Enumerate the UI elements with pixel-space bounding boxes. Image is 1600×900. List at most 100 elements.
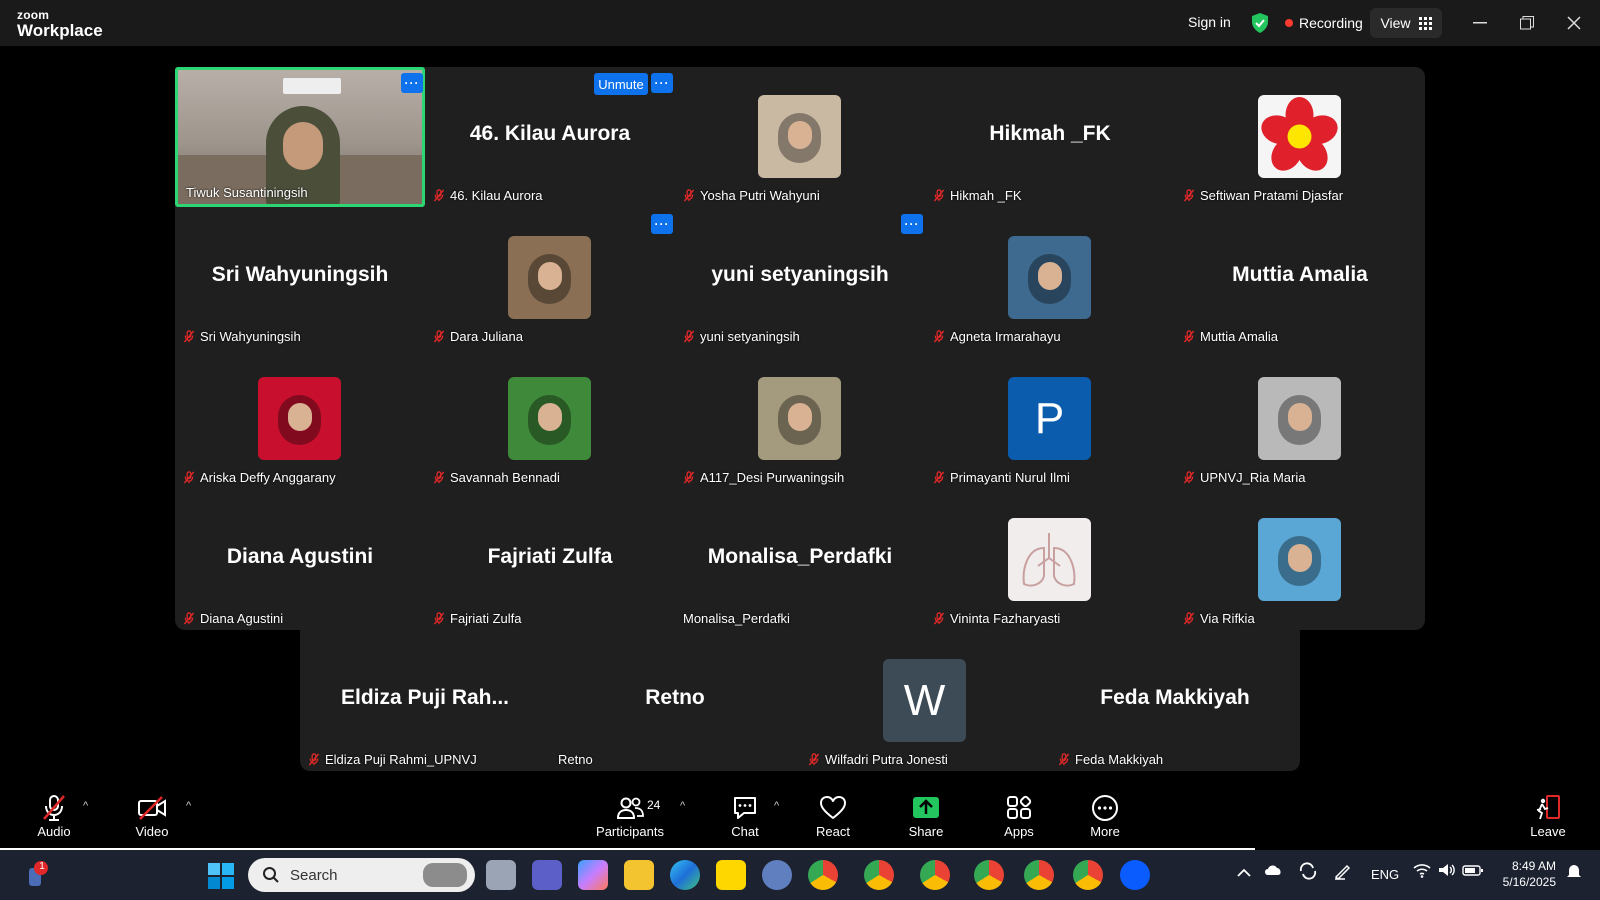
participant-tile[interactable]: Yosha Putri Wahyuni bbox=[675, 67, 925, 207]
muted-microphone-icon bbox=[683, 471, 695, 484]
participant-name-label: Ariska Deffy Anggarany bbox=[183, 470, 336, 485]
participant-tile[interactable]: Sri Wahyuningsih Sri Wahyuningsih bbox=[175, 208, 425, 348]
logo-top: zoom bbox=[17, 8, 50, 22]
audio-button[interactable]: Audio bbox=[34, 788, 74, 848]
participant-tile[interactable]: Fajriati Zulfa Fajriati Zulfa bbox=[425, 490, 675, 630]
copilot-icon[interactable] bbox=[578, 860, 608, 890]
search-highlight-elephant-icon bbox=[423, 863, 467, 887]
browser-icon[interactable] bbox=[762, 860, 792, 890]
tile-more-options-button[interactable]: ··· bbox=[401, 73, 423, 93]
chrome-profile-icon[interactable] bbox=[1024, 860, 1054, 890]
video-options-chevron-icon[interactable]: ^ bbox=[186, 800, 191, 812]
recording-indicator[interactable]: Recording bbox=[1285, 15, 1363, 31]
participants-options-chevron-icon[interactable]: ^ bbox=[680, 800, 685, 812]
leave-button[interactable]: Leave bbox=[1528, 788, 1568, 848]
chat-label: Chat bbox=[731, 824, 759, 839]
participant-tile[interactable]: yuni setyaningsih yuni setyaningsih bbox=[675, 208, 925, 348]
audio-options-chevron-icon[interactable]: ^ bbox=[83, 800, 88, 812]
share-button[interactable]: Share bbox=[905, 788, 947, 848]
battery-icon[interactable] bbox=[1462, 862, 1484, 881]
muted-microphone-icon bbox=[933, 612, 945, 625]
participant-display-name: Hikmah _FK bbox=[989, 122, 1111, 145]
participant-photo bbox=[1258, 518, 1341, 601]
edge-icon[interactable] bbox=[670, 860, 700, 890]
language-indicator[interactable]: ENG bbox=[1371, 867, 1399, 882]
close-button[interactable] bbox=[1561, 10, 1587, 36]
participant-tile[interactable]: Dara Juliana bbox=[425, 208, 675, 348]
tile-more-options-button[interactable]: ··· bbox=[651, 73, 673, 93]
participant-tile[interactable]: Savannah Bennadi bbox=[425, 349, 675, 489]
video-button[interactable]: Video bbox=[130, 788, 174, 848]
teams-icon[interactable] bbox=[532, 860, 562, 890]
restore-button[interactable] bbox=[1514, 10, 1540, 36]
participant-tile[interactable]: Retno Retno bbox=[550, 631, 800, 771]
participant-tile[interactable]: Vininta Fazharyasti bbox=[925, 490, 1175, 630]
unmute-participant-button[interactable]: Unmute bbox=[594, 73, 648, 95]
tile-more-options-button[interactable]: ··· bbox=[651, 214, 673, 234]
participant-tile[interactable]: Diana Agustini Diana Agustini bbox=[175, 490, 425, 630]
file-explorer-icon[interactable] bbox=[624, 860, 654, 890]
notification-app-icon[interactable]: 1 bbox=[24, 860, 50, 890]
chrome-profile-icon[interactable] bbox=[974, 860, 1004, 890]
active-speaker-tile[interactable]: Tiwuk Susantiningsih bbox=[175, 67, 425, 207]
chrome-profile-icon[interactable] bbox=[1073, 860, 1103, 890]
more-button[interactable]: More bbox=[1085, 788, 1125, 848]
minimize-button[interactable] bbox=[1467, 10, 1493, 36]
participant-name: Via Rifkia bbox=[1200, 611, 1255, 626]
participant-tile[interactable]: W Wilfadri Putra Jonesti bbox=[800, 631, 1050, 771]
view-button[interactable]: View bbox=[1370, 8, 1442, 38]
chrome-icon[interactable] bbox=[808, 860, 838, 890]
chat-button[interactable]: Chat bbox=[725, 788, 765, 848]
zoom-logo: zoom Workplace bbox=[17, 9, 103, 39]
muted-microphone-icon bbox=[433, 471, 445, 484]
participant-tile[interactable]: Muttia Amalia Muttia Amalia bbox=[1175, 208, 1425, 348]
participant-tile[interactable]: Agneta Irmarahayu bbox=[925, 208, 1175, 348]
participant-name-label: Via Rifkia bbox=[1183, 611, 1255, 626]
participant-tile[interactable]: Eldiza Puji Rah... Eldiza Puji Rahmi_UPNV… bbox=[300, 631, 550, 771]
apps-button[interactable]: Apps bbox=[999, 788, 1039, 848]
participant-tile[interactable]: Monalisa_Perdafki Monalisa_Perdafki bbox=[675, 490, 925, 630]
participant-photo bbox=[508, 236, 591, 319]
volume-icon[interactable] bbox=[1437, 862, 1457, 881]
chat-options-chevron-icon[interactable]: ^ bbox=[774, 800, 779, 812]
system-clock[interactable]: 8:49 AM 5/16/2025 bbox=[1490, 858, 1556, 890]
share-label: Share bbox=[908, 824, 944, 839]
participant-name: yuni setyaningsih bbox=[700, 329, 800, 344]
tile-more-options-button[interactable]: ··· bbox=[901, 214, 923, 234]
participant-tile[interactable]: Via Rifkia bbox=[1175, 490, 1425, 630]
flower-avatar-icon bbox=[1258, 95, 1341, 178]
participant-name: Retno bbox=[558, 752, 593, 767]
chrome-profile-icon[interactable] bbox=[920, 860, 950, 890]
participant-name-label: Agneta Irmarahayu bbox=[933, 329, 1061, 344]
encryption-shield-icon[interactable] bbox=[1250, 12, 1270, 34]
sync-icon[interactable] bbox=[1298, 862, 1318, 883]
participant-name-label: UPNVJ_Ria Maria bbox=[1183, 470, 1305, 485]
wifi-icon[interactable] bbox=[1412, 862, 1432, 881]
participant-tile[interactable]: Ariska Deffy Anggarany bbox=[175, 349, 425, 489]
participant-tile[interactable]: Seftiwan Pratami Djasfar bbox=[1175, 67, 1425, 207]
participant-name-label: Muttia Amalia bbox=[1183, 329, 1278, 344]
notification-bell-icon[interactable] bbox=[1565, 862, 1583, 883]
task-view-icon[interactable] bbox=[486, 860, 516, 890]
sign-in-button[interactable]: Sign in bbox=[1188, 14, 1231, 30]
zoom-app-icon[interactable] bbox=[1120, 860, 1150, 890]
react-button[interactable]: React bbox=[813, 788, 853, 848]
windows-start-icon[interactable] bbox=[208, 863, 234, 889]
chrome-profile-icon[interactable] bbox=[864, 860, 894, 890]
share-screen-icon bbox=[913, 797, 939, 818]
tray-overflow-chevron-icon[interactable] bbox=[1237, 866, 1251, 881]
participant-name: 46. Kilau Aurora bbox=[450, 188, 543, 203]
participant-tile[interactable]: Feda Makkiyah Feda Makkiyah bbox=[1050, 631, 1300, 771]
participant-tile[interactable]: A117_Desi Purwaningsih bbox=[675, 349, 925, 489]
participant-name-label: Vininta Fazharyasti bbox=[933, 611, 1060, 626]
participant-tile[interactable]: Hikmah _FK Hikmah _FK bbox=[925, 67, 1175, 207]
participant-name: A117_Desi Purwaningsih bbox=[700, 470, 845, 485]
participants-button[interactable]: Participants bbox=[595, 788, 665, 848]
muted-microphone-icon bbox=[1183, 189, 1195, 202]
onedrive-cloud-icon[interactable] bbox=[1263, 862, 1283, 879]
participant-tile[interactable]: P Primayanti Nurul Ilmi bbox=[925, 349, 1175, 489]
participant-tile[interactable]: UPNVJ_Ria Maria bbox=[1175, 349, 1425, 489]
pen-input-icon[interactable] bbox=[1333, 862, 1353, 883]
taskbar-search-input[interactable]: Search bbox=[248, 858, 475, 892]
sticky-notes-icon[interactable] bbox=[716, 860, 746, 890]
